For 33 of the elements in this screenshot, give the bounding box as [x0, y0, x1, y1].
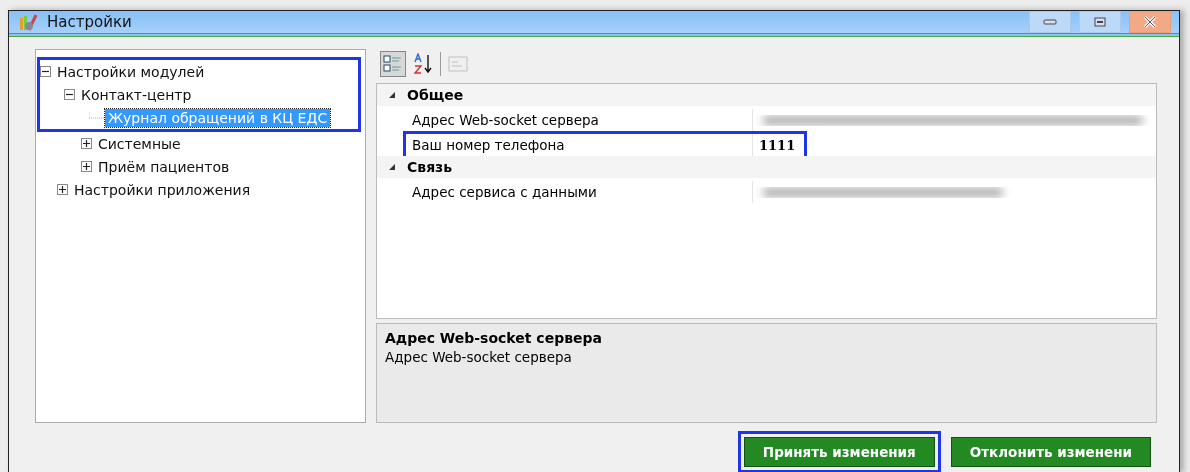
minimize-icon: [1043, 19, 1057, 25]
tree-item[interactable]: Настройки модулей: [54, 62, 208, 81]
action-button[interactable]: Принять изменения: [743, 437, 935, 467]
close-icon: [1143, 16, 1157, 28]
property-pages-icon: [448, 55, 468, 73]
toolbar-button[interactable]: [380, 51, 406, 77]
description-text: Адрес Web-socket сервера: [385, 349, 573, 365]
tree-item[interactable]: Контакт-центр: [78, 85, 195, 104]
settings-app-icon: [19, 12, 39, 32]
plus-icon: [59, 186, 66, 193]
tree-item[interactable]: Приём пациентов: [95, 157, 233, 176]
collapse-icon[interactable]: [40, 66, 51, 77]
property-value[interactable]: 1111: [753, 137, 796, 153]
expand-icon[interactable]: [81, 138, 92, 149]
close-button[interactable]: [1129, 11, 1171, 33]
maximize-icon: [1094, 17, 1106, 27]
sort-az-icon: [413, 53, 433, 75]
tree-item[interactable]: Настройки приложения: [71, 180, 254, 199]
property-name: Адрес сервиса с данными: [406, 181, 753, 203]
minus-icon: [66, 91, 73, 98]
plus-icon: [83, 140, 90, 147]
window-title: Настройки: [47, 13, 133, 31]
category-label: Общее: [407, 87, 464, 103]
plus-icon: [83, 163, 90, 170]
minus-icon: [42, 68, 49, 75]
description-title: Адрес Web-socket сервера: [385, 330, 603, 346]
collapse-icon[interactable]: [64, 89, 75, 100]
category-label: Связь: [407, 159, 453, 175]
tree-item[interactable]: Системные: [95, 134, 184, 153]
expand-icon[interactable]: [81, 161, 92, 172]
action-button[interactable]: Отклонить изменени: [950, 437, 1151, 467]
expand-icon[interactable]: [57, 184, 68, 195]
categorized-icon: [383, 54, 403, 74]
